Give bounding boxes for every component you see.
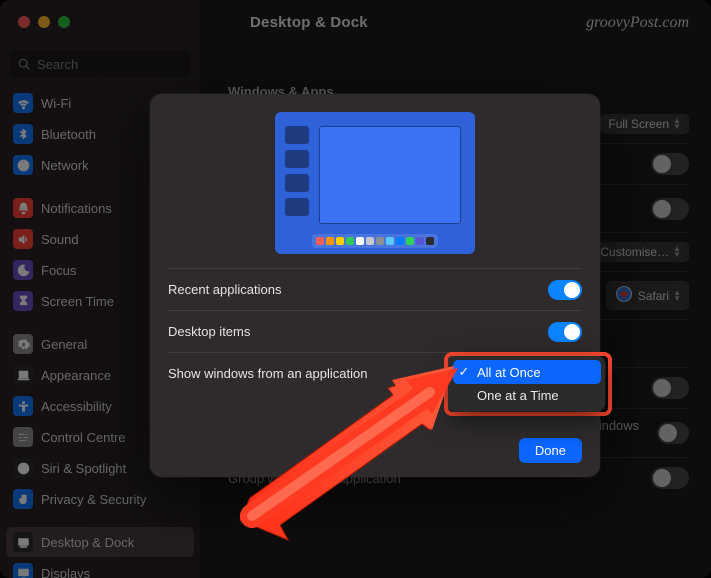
page-title: Desktop & Dock: [250, 14, 368, 31]
sidebar-item-label: Network: [41, 158, 89, 173]
sidebar-item-label: General: [41, 337, 87, 352]
toggle[interactable]: [548, 280, 582, 300]
search-icon: [18, 58, 31, 71]
sheet-row: Desktop items: [168, 310, 582, 352]
select-value: Customise…: [600, 245, 669, 259]
settings-window: Search Wi-Fi Bluetooth Network Notification…: [0, 0, 711, 578]
sidebar-item-label: Appearance: [41, 368, 111, 383]
sidebar-item-desktop-dock[interactable]: Desktop & Dock: [6, 527, 194, 557]
select-value: Safari: [638, 289, 669, 303]
popup-option[interactable]: ✓ All at Once: [453, 360, 601, 384]
wifi-icon: [13, 93, 33, 113]
sidebar-item-label: Accessibility: [41, 399, 112, 414]
stage-manager-preview: [275, 112, 475, 254]
popup-option-label: All at Once: [477, 365, 541, 380]
show-windows-popup[interactable]: ✓ All at Once One at a Time: [449, 356, 605, 411]
popup-option-label: One at a Time: [477, 388, 559, 403]
sliders-icon: [13, 427, 33, 447]
sidebar-item-label: Notifications: [41, 201, 112, 216]
chevron-updown-icon: ▲▼: [673, 118, 681, 130]
popup-option[interactable]: One at a Time: [453, 384, 601, 407]
toggle[interactable]: [651, 153, 689, 175]
display-icon: [13, 563, 33, 578]
chevron-updown-icon: ▲▼: [673, 246, 681, 258]
sidebar-item-label: Control Centre: [41, 430, 126, 445]
watermark: groovyPost.com: [586, 14, 689, 32]
sidebar-item-privacy-security[interactable]: Privacy & Security: [6, 484, 194, 514]
sidebar-item-label: Sound: [41, 232, 79, 247]
sheet-row-label: Show windows from an application: [168, 366, 367, 381]
siri-icon: [13, 458, 33, 478]
appearance-icon: [13, 365, 33, 385]
toggle[interactable]: [548, 322, 582, 342]
select-pill[interactable]: Safari ▲▼: [606, 281, 689, 310]
titlebar: Desktop & Dock groovyPost.com: [0, 0, 711, 50]
toggle[interactable]: [657, 422, 689, 444]
select-pill[interactable]: Full Screen ▲▼: [600, 114, 689, 134]
network-icon: [13, 155, 33, 175]
sheet-row: Recent applications: [168, 268, 582, 310]
customise-sheet: Recent applications Desktop items Show win…: [150, 94, 600, 477]
sidebar-item-label: Screen Time: [41, 294, 114, 309]
sidebar-item-displays[interactable]: Displays: [6, 558, 194, 578]
sidebar-item-label: Siri & Spotlight: [41, 461, 126, 476]
bell-icon: [13, 198, 33, 218]
sheet-row-label: Recent applications: [168, 282, 281, 297]
toggle[interactable]: [651, 198, 689, 220]
select-value: Full Screen: [608, 117, 669, 131]
search-input[interactable]: Search: [10, 50, 190, 78]
sheet-row-label: Desktop items: [168, 324, 250, 339]
check-icon: ✓: [457, 364, 471, 380]
customise-button[interactable]: Customise… ▲▼: [592, 242, 689, 262]
toggle[interactable]: [651, 377, 689, 399]
dock-icon: [13, 532, 33, 552]
sidebar-item-label: Privacy & Security: [41, 492, 146, 507]
moon-icon: [13, 260, 33, 280]
hourglass-icon: [13, 291, 33, 311]
toggle[interactable]: [651, 467, 689, 489]
gear-icon: [13, 334, 33, 354]
done-button[interactable]: Done: [519, 438, 582, 463]
safari-icon: [614, 284, 634, 307]
sidebar-item-label: Displays: [41, 566, 90, 578]
search-placeholder: Search: [37, 57, 78, 72]
bluetooth-icon: [13, 124, 33, 144]
chevron-updown-icon: ▲▼: [673, 290, 681, 302]
sidebar-item-label: Bluetooth: [41, 127, 96, 142]
hand-icon: [13, 489, 33, 509]
speaker-icon: [13, 229, 33, 249]
accessibility-icon: [13, 396, 33, 416]
sidebar-item-label: Desktop & Dock: [41, 535, 134, 550]
sidebar-item-label: Wi-Fi: [41, 96, 71, 111]
sidebar-item-label: Focus: [41, 263, 76, 278]
